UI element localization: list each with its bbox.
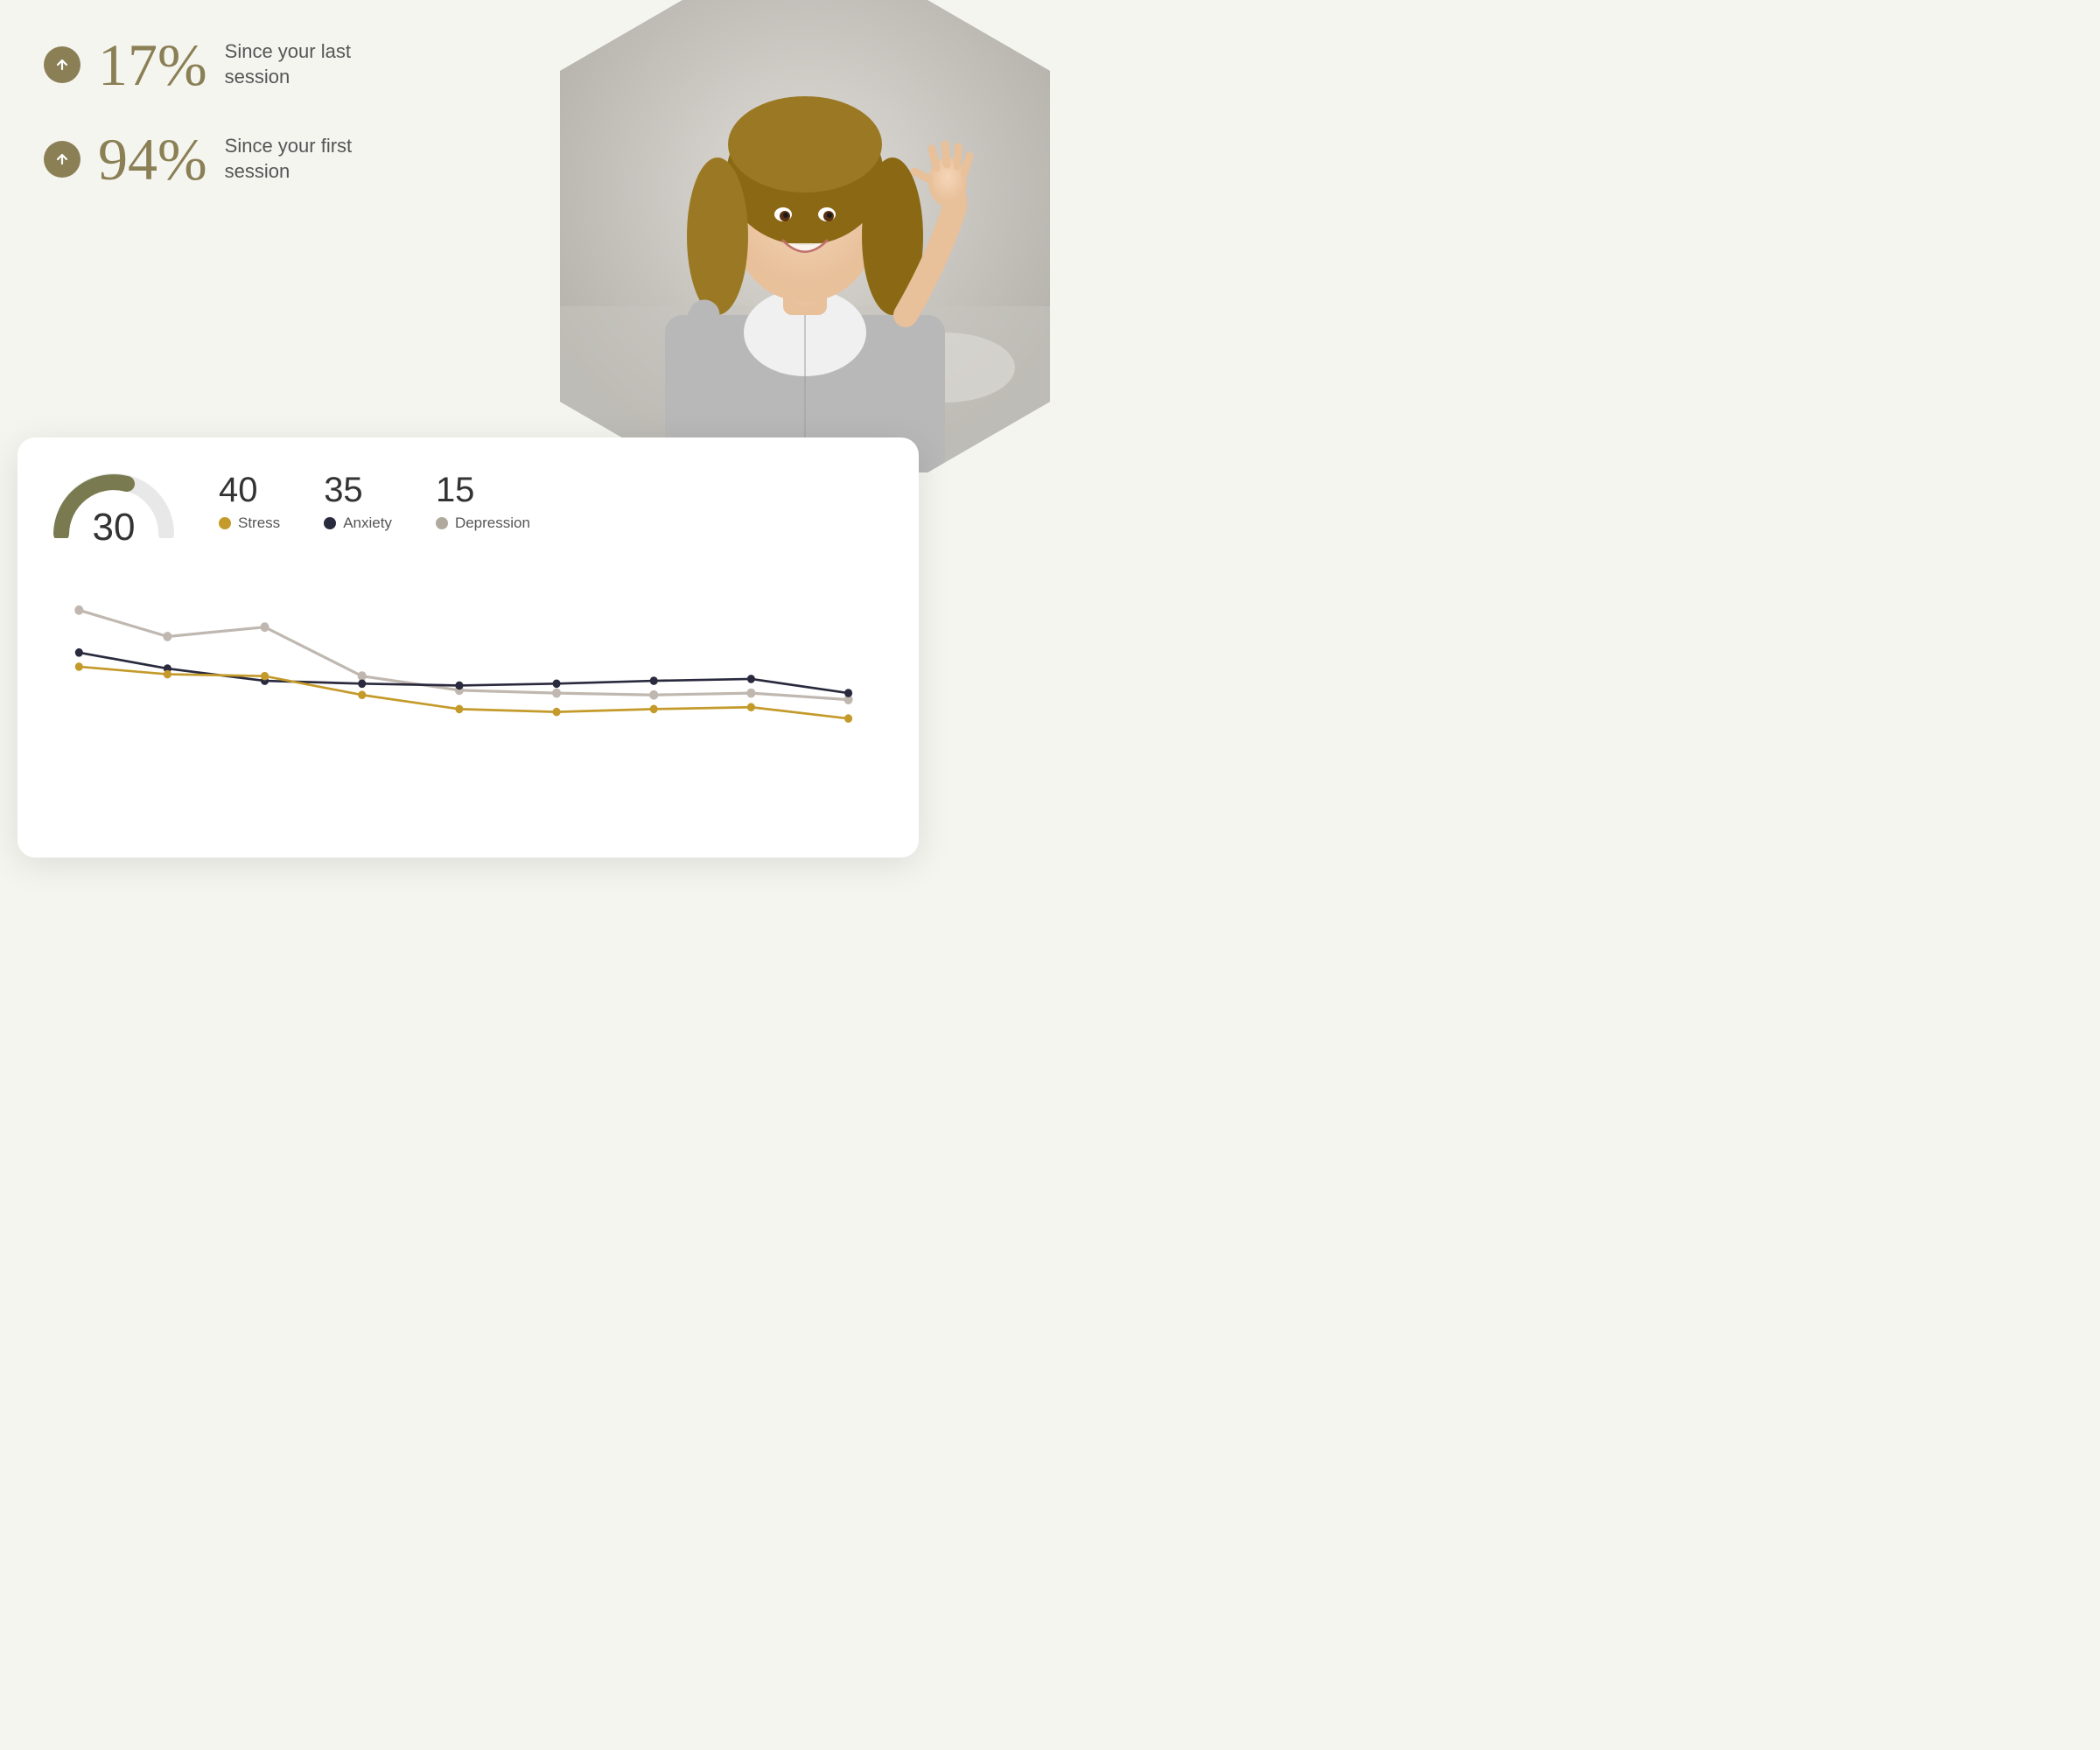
str-dot-8 [747,703,755,711]
depression-dot [436,517,448,529]
stat-row-1: 17% Since your last session [44,35,356,94]
gauge-number: 30 [93,508,136,547]
photo-section [560,0,1050,472]
person-illustration [560,0,1050,472]
stress-dot [219,517,231,529]
legend-item-stress: 40 Stress [219,472,280,532]
main-container: 17% Since your last session 94% Since yo… [0,0,1050,875]
dep-dot-1 [74,606,83,615]
str-dot-3 [261,672,269,681]
str-dot-9 [844,714,852,723]
stat-percent-2: 94% [98,130,207,189]
str-dot-2 [164,670,172,679]
depression-value: 15 [436,472,530,508]
dep-dot-8 [746,689,755,698]
line-chart-svg [52,582,884,827]
arrow-up-icon-1 [54,57,70,73]
str-dot-6 [553,708,561,717]
stress-dot-label: Stress [219,514,280,532]
legend-items: 40 Stress 35 Anxiety 15 [219,468,530,532]
legend-item-anxiety: 35 Anxiety [324,472,392,532]
stat-badge-2 [44,141,80,178]
gauge-container: 30 [52,468,175,547]
anx-dot-1 [75,648,83,657]
anx-dot-5 [455,682,463,690]
anxiety-dot [324,517,336,529]
stress-label: Stress [238,514,280,532]
legend-item-depression: 15 Depression [436,472,530,532]
dep-dot-2 [163,632,172,641]
anxiety-label: Anxiety [343,514,392,532]
dep-dot-3 [261,622,270,632]
dep-dot-7 [649,690,658,700]
stat-label-2: Since your first session [225,134,356,184]
str-dot-1 [75,662,83,671]
stat-label-1: Since your last session [225,39,356,89]
stat-percent-1: 17% [98,35,207,94]
anxiety-dot-label: Anxiety [324,514,392,532]
chart-card: 30 40 Stress 35 Anxiety [18,438,919,858]
anx-dot-4 [358,679,366,688]
photo-hexagon [560,0,1050,472]
str-dot-7 [650,705,658,714]
dep-dot-6 [552,689,561,698]
anx-dot-8 [747,675,755,683]
arrow-up-icon-2 [54,151,70,167]
depression-dot-label: Depression [436,514,530,532]
stat-row-2: 94% Since your first session [44,130,356,189]
stress-value: 40 [219,472,280,508]
stats-section: 17% Since your last session 94% Since yo… [44,35,356,224]
anxiety-line [79,653,848,693]
str-dot-4 [358,690,366,699]
stat-badge-1 [44,46,80,83]
anxiety-value: 35 [324,472,392,508]
chart-header: 30 40 Stress 35 Anxiety [52,468,884,547]
depression-label: Depression [455,514,530,532]
anx-dot-9 [844,689,852,697]
str-dot-5 [455,705,463,714]
anx-dot-7 [650,676,658,685]
anx-dot-6 [553,679,561,688]
